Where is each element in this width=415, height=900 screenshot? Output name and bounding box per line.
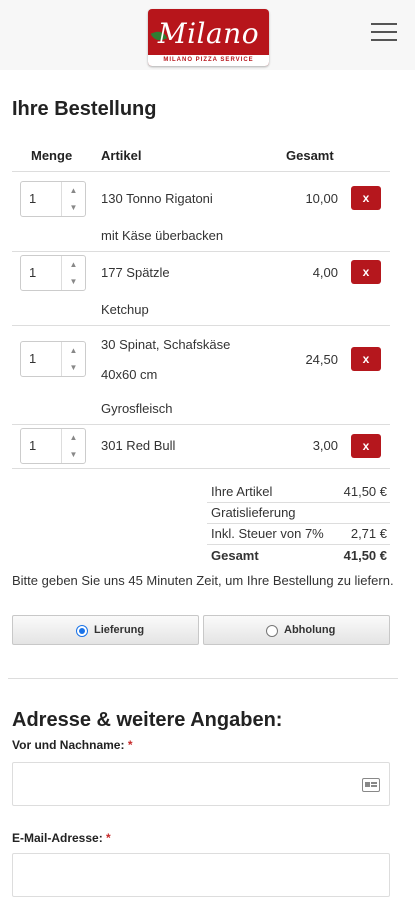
decrement-icon[interactable]: ▼ — [62, 359, 85, 376]
table-divider — [12, 171, 390, 172]
summary-tax-label: Inkl. Steuer von 7% — [211, 526, 324, 541]
item-name: 130 Tonno Rigatoni — [101, 191, 213, 206]
quantity-stepper[interactable]: 1 ▲ ▼ — [20, 341, 86, 377]
increment-icon[interactable]: ▲ — [62, 429, 85, 446]
item-option: mit Käse überbacken — [101, 228, 224, 243]
item-price: 3,00 — [312, 438, 338, 453]
table-divider — [12, 325, 390, 326]
summary-divider — [207, 544, 390, 545]
milano-logo[interactable]: Milano MILANO PIZZA SERVICE — [148, 9, 269, 66]
table-divider — [12, 251, 390, 252]
remove-item-button[interactable]: x — [351, 434, 381, 458]
email-field-label: E-Mail-Adresse: * — [12, 831, 111, 845]
increment-icon[interactable]: ▲ — [62, 256, 85, 273]
radio-unchecked-icon[interactable] — [266, 625, 278, 637]
name-field[interactable] — [12, 762, 390, 806]
summary-items-value: 41,50 € — [343, 484, 387, 499]
quantity-stepper[interactable]: 1 ▲ ▼ — [20, 181, 86, 217]
item-price: 4,00 — [312, 265, 338, 280]
page-title: Ihre Bestellung — [12, 98, 157, 120]
increment-icon[interactable]: ▲ — [62, 342, 85, 359]
delivery-time-note: Bitte geben Sie uns 45 Minuten Zeit, um … — [12, 573, 394, 588]
summary-total-value: 41,50 € — [343, 548, 387, 563]
email-field[interactable] — [12, 853, 390, 897]
item-price: 10,00 — [305, 191, 338, 206]
delivery-option-button[interactable]: Lieferung — [12, 615, 199, 645]
decrement-icon[interactable]: ▼ — [62, 273, 85, 290]
column-header-total: Gesamt — [286, 148, 334, 163]
item-option: Ketchup — [101, 302, 149, 317]
item-price: 24,50 — [305, 352, 338, 367]
item-option: 40x60 cm — [101, 367, 158, 382]
remove-item-button[interactable]: x — [351, 260, 381, 284]
logo-name: Milano — [157, 17, 260, 50]
summary-divider — [207, 502, 390, 503]
summary-total-label: Gesamt — [211, 548, 259, 563]
section-divider — [8, 678, 398, 679]
quantity-stepper[interactable]: 1 ▲ ▼ — [20, 255, 86, 291]
pickup-option-button[interactable]: Abholung — [203, 615, 390, 645]
table-divider — [12, 424, 390, 425]
item-name: 177 Spätzle — [101, 265, 170, 280]
name-field-label: Vor und Nachname: * — [12, 738, 133, 752]
summary-divider — [207, 523, 390, 524]
remove-item-button[interactable]: x — [351, 186, 381, 210]
quantity-stepper[interactable]: 1 ▲ ▼ — [20, 428, 86, 464]
address-section-title: Adresse & weitere Angaben: — [12, 709, 283, 731]
summary-tax-value: 2,71 € — [350, 526, 387, 541]
table-divider — [12, 468, 390, 469]
summary-delivery-label: Gratislieferung — [211, 505, 296, 520]
item-name: 30 Spinat, Schafskäse — [101, 337, 231, 352]
contact-card-icon — [362, 778, 380, 792]
radio-checked-icon[interactable] — [76, 625, 88, 637]
item-option: Gyrosfleisch — [101, 401, 173, 416]
logo-tagline: MILANO PIZZA SERVICE — [148, 55, 269, 66]
decrement-icon[interactable]: ▼ — [62, 199, 85, 216]
required-mark: * — [106, 831, 111, 845]
site-header: Milano MILANO PIZZA SERVICE — [0, 0, 415, 70]
summary-items-label: Ihre Artikel — [211, 484, 273, 499]
column-header-qty: Menge — [31, 148, 73, 163]
required-mark: * — [127, 738, 133, 752]
item-name: 301 Red Bull — [101, 438, 176, 453]
hamburger-icon[interactable] — [371, 23, 397, 43]
decrement-icon[interactable]: ▼ — [62, 446, 85, 463]
remove-item-button[interactable]: x — [351, 347, 381, 371]
increment-icon[interactable]: ▲ — [62, 182, 85, 199]
column-header-article: Artikel — [101, 148, 142, 163]
